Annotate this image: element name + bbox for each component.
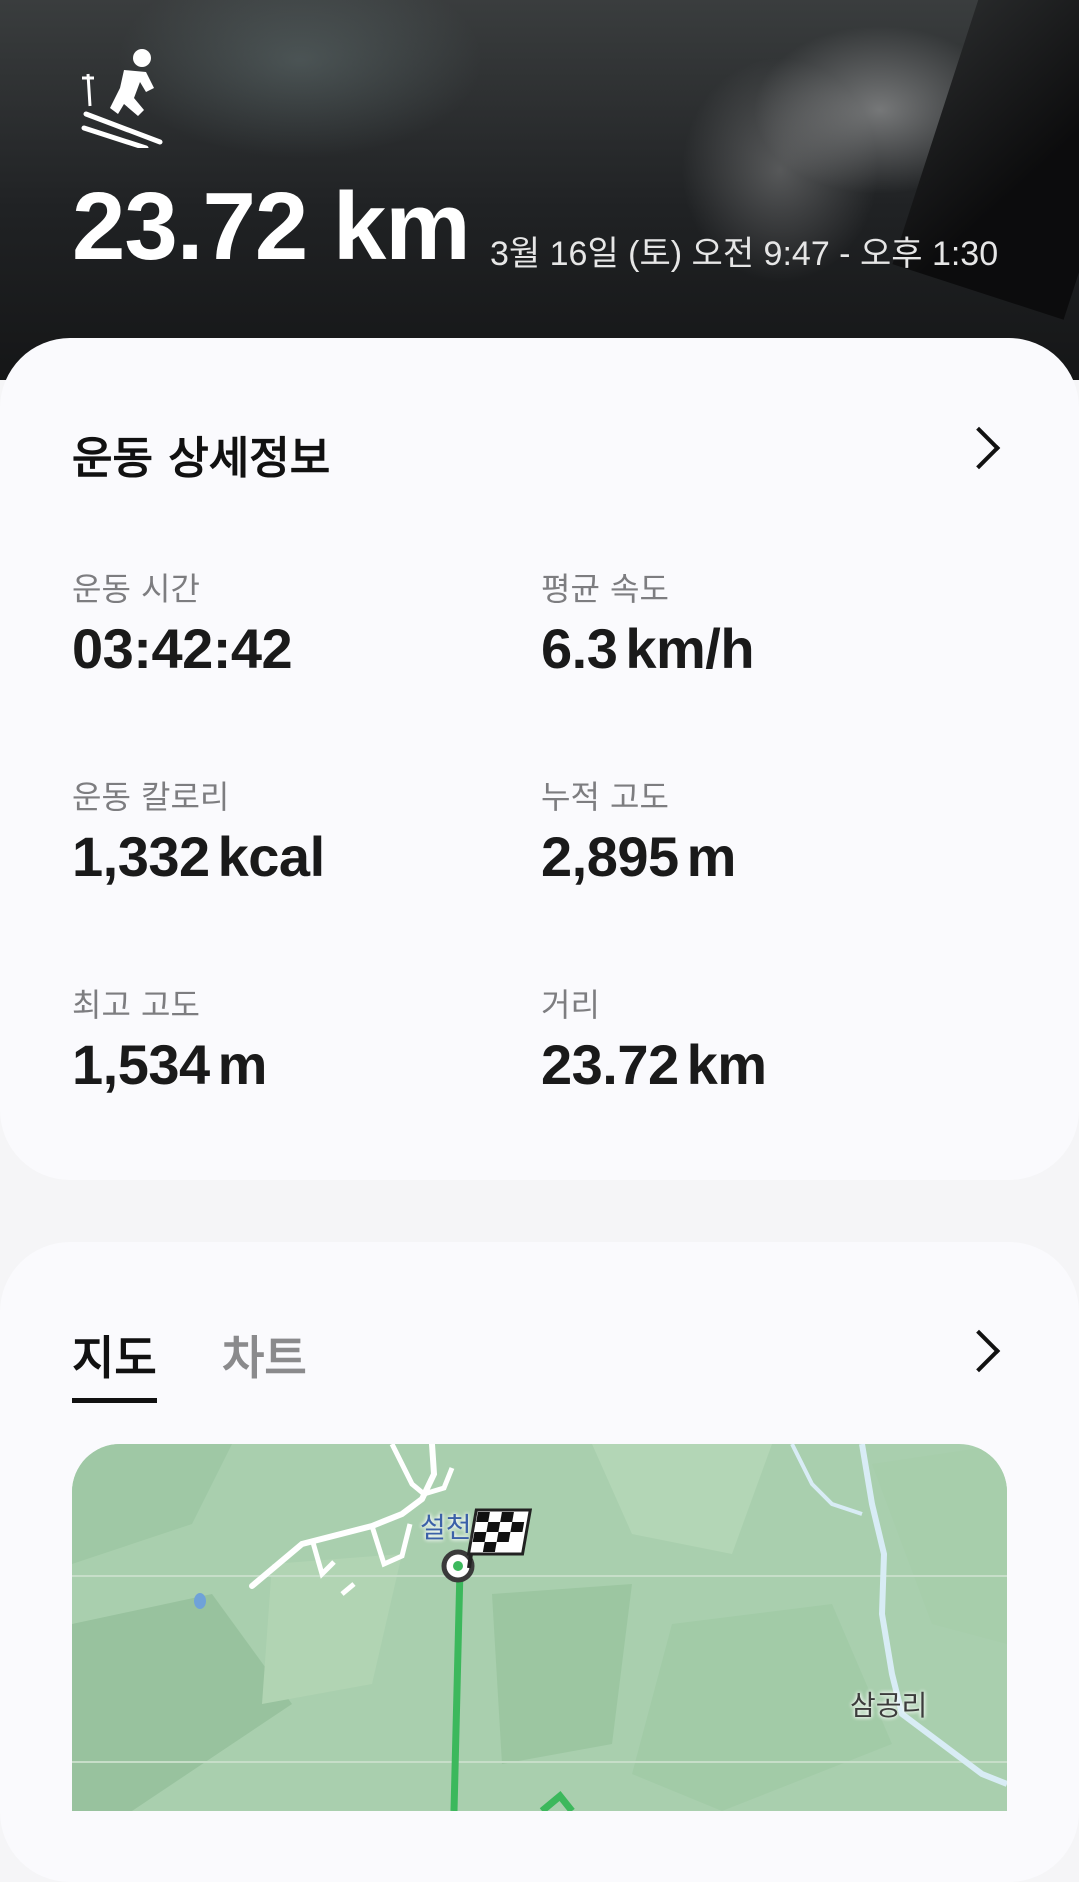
stat-unit: m — [217, 1033, 268, 1096]
stat-label-duration: 운동 시간 — [72, 570, 200, 608]
stat-value-avg-speed: 6.3 km/h — [541, 616, 755, 681]
map-place-label: 삼공리 — [850, 1689, 928, 1722]
stat-value-elevation-gain: 2,895 m — [541, 824, 736, 889]
tab-map[interactable]: 지도 — [72, 1322, 157, 1403]
stat-value-distance: 23.72 km — [541, 1032, 767, 1097]
tab-chart[interactable]: 차트 — [222, 1322, 307, 1388]
stat-label-avg-speed: 평균 속도 — [541, 570, 669, 608]
stat-number: 23.72 — [541, 1033, 679, 1096]
total-distance: 23.72 km — [72, 173, 471, 280]
stat-label-max-altitude: 최고 고도 — [72, 986, 200, 1024]
route-map[interactable]: 설천 삼공리 — [72, 1444, 1007, 1811]
stat-unit: kcal — [217, 825, 326, 888]
stat-label-distance: 거리 — [541, 986, 600, 1024]
stat-number: 6.3 — [541, 617, 618, 680]
stat-label-calories: 운동 칼로리 — [72, 778, 230, 816]
details-title: 운동 상세정보 — [72, 433, 331, 484]
stat-number: 2,895 — [541, 825, 679, 888]
stat-unit: km — [686, 1033, 767, 1096]
stat-number: 03:42:42 — [72, 617, 293, 680]
map-place-label: 설천 — [420, 1511, 472, 1544]
map-graphic — [72, 1444, 1007, 1811]
activity-header: 23.72 km 3월 16일 (토) 오전 9:47 - 오후 1:30 — [0, 0, 1079, 380]
route-line — [450, 1568, 464, 1811]
workout-date-range: 3월 16일 (토) 오전 9:47 - 오후 1:30 — [490, 235, 999, 273]
stat-unit: km/h — [625, 617, 755, 680]
stat-label-elevation-gain: 누적 고도 — [541, 778, 669, 816]
skiing-icon — [81, 49, 163, 148]
stat-value-duration: 03:42:42 — [72, 616, 293, 681]
stat-unit: m — [686, 825, 737, 888]
stat-number: 1,332 — [72, 825, 210, 888]
stat-number: 1,534 — [72, 1033, 210, 1096]
stat-value-calories: 1,332 kcal — [72, 824, 325, 889]
stat-value-max-altitude: 1,534 m — [72, 1032, 267, 1097]
